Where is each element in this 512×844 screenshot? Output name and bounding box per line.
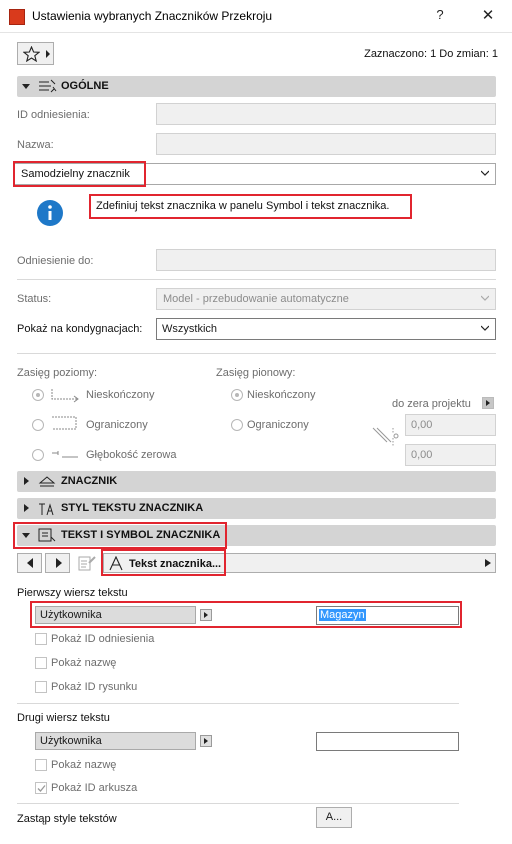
reference-to-label: Odniesienie do: [17, 255, 94, 267]
horizontal-option-label: Głębokość zerowa [86, 449, 177, 461]
window-title: Ustawienia wybranych Znaczników Przekroj… [32, 9, 273, 23]
chevron-down-icon [481, 170, 489, 176]
show-name-checkbox[interactable] [35, 657, 47, 669]
show-sheet-id-checkbox[interactable] [35, 782, 47, 794]
edit-page-icon [78, 556, 96, 571]
ref-id-label: ID odniesienia: [17, 109, 90, 121]
marker-text-button[interactable]: Tekst znacznika... [129, 558, 221, 570]
first-line-source-dropdown[interactable]: Użytkownika [35, 606, 196, 624]
show-ref-id-label: Pokaż ID odniesienia [51, 633, 155, 645]
show-on-stories-value: Wszystkich [162, 323, 217, 335]
vertical-range-icon [372, 427, 399, 446]
vertical-top-field: 0,00 [405, 414, 496, 436]
show-sheet-id-label: Pokaż ID arkusza [51, 782, 138, 794]
expand-icon [24, 477, 29, 485]
section-label: STYL TEKSTU ZNACZNIKA [61, 502, 204, 514]
chevron-right-icon [46, 50, 50, 58]
status-label: Status: [17, 293, 52, 305]
vertical-bottom-value: 0,00 [411, 449, 433, 461]
chevron-right-icon [485, 559, 491, 567]
status-dropdown: Model - przebudowanie automatyczne [156, 288, 496, 310]
first-line-source-value: Użytkownika [40, 609, 102, 621]
previous-button[interactable] [17, 553, 42, 573]
favorites-button[interactable] [17, 42, 54, 65]
second-line-label: Drugi wiersz tekstu [17, 712, 110, 724]
expand-icon [22, 84, 30, 89]
app-icon [9, 9, 25, 25]
radio-horizontal-infinite[interactable] [32, 389, 44, 401]
divider [17, 803, 459, 804]
next-button[interactable] [45, 553, 70, 573]
show-name-label: Pokaż nazwę [51, 657, 117, 669]
general-settings-icon [39, 79, 57, 93]
second-line-source-value: Użytkownika [40, 735, 102, 747]
second-line-source-button[interactable] [200, 735, 212, 747]
first-line-input[interactable]: Magazyn [316, 606, 459, 625]
ref-id-field[interactable] [156, 103, 496, 125]
show-name-2-checkbox[interactable] [35, 759, 47, 771]
selection-count: Zaznaczono: 1 Do zmian: 1 [364, 48, 498, 60]
chevron-down-icon [481, 325, 489, 331]
override-styles-button[interactable]: A... [316, 807, 352, 828]
show-drawing-id-checkbox[interactable] [35, 681, 47, 693]
info-message: Zdefiniuj tekst znacznika w panelu Symbo… [96, 200, 390, 212]
first-line-value: Magazyn [319, 609, 366, 621]
project-zero-label: do zera projektu [392, 398, 471, 410]
radio-horizontal-zero[interactable] [32, 449, 44, 461]
show-name-2-label: Pokaż nazwę [51, 759, 117, 771]
horizontal-option-label: Nieskończony [86, 389, 155, 401]
expand-icon [24, 504, 29, 512]
help-button[interactable]: ? [430, 7, 450, 25]
star-icon [23, 46, 40, 62]
section-label: OGÓLNE [61, 80, 109, 92]
name-label: Nazwa: [17, 139, 54, 151]
project-zero-button [482, 397, 494, 409]
status-value: Model - przebudowanie automatyczne [163, 293, 349, 305]
close-button[interactable]: ✕ [478, 6, 498, 26]
arrow-left-icon [27, 558, 33, 568]
section-marker[interactable]: ZNACZNIK [17, 471, 496, 492]
radio-horizontal-limited[interactable] [32, 419, 44, 431]
chevron-down-icon [481, 295, 489, 301]
vertical-bottom-field: 0,00 [405, 444, 496, 466]
divider [17, 353, 496, 354]
first-line-label: Pierwszy wiersz tekstu [17, 587, 128, 599]
divider [17, 703, 459, 704]
name-field[interactable] [156, 133, 496, 155]
radio-vertical-infinite[interactable] [231, 389, 243, 401]
section-text-symbol-highlight [13, 522, 227, 549]
vertical-top-value: 0,00 [411, 419, 433, 431]
limited-range-icon [52, 416, 77, 430]
checkmark-icon [37, 785, 46, 792]
zero-depth-icon [52, 451, 78, 458]
info-icon [37, 200, 63, 226]
second-line-source-dropdown[interactable]: Użytkownika [35, 732, 196, 750]
section-label: ZNACZNIK [61, 475, 118, 487]
vertical-range-label: Zasięg pionowy: [216, 367, 296, 379]
horizontal-range-label: Zasięg poziomy: [17, 367, 98, 379]
show-on-stories-dropdown[interactable]: Wszystkich [156, 318, 496, 340]
text-a-icon [109, 556, 123, 571]
second-line-input[interactable] [316, 732, 459, 751]
section-marker-text-style[interactable]: STYL TEKSTU ZNACZNIKA [17, 498, 496, 519]
horizontal-option-label: Ograniczony [86, 419, 148, 431]
divider [17, 279, 496, 280]
show-on-stories-label: Pokaż na kondygnacjach: [17, 323, 143, 335]
marker-icon [38, 476, 56, 487]
vertical-option-label: Ograniczony [247, 419, 309, 431]
infinite-range-icon [51, 389, 79, 403]
vertical-option-label: Nieskończony [247, 389, 316, 401]
show-drawing-id-label: Pokaż ID rysunku [51, 681, 138, 693]
radio-vertical-limited[interactable] [231, 419, 243, 431]
marker-type-value: Samodzielny znacznik [21, 168, 130, 180]
override-styles-label: Zastąp style tekstów [17, 813, 117, 825]
text-style-icon [39, 503, 54, 516]
show-ref-id-checkbox[interactable] [35, 633, 47, 645]
first-line-source-button[interactable] [200, 609, 212, 621]
reference-to-field[interactable] [156, 249, 496, 271]
section-general[interactable]: OGÓLNE [17, 76, 496, 97]
arrow-right-icon [56, 558, 62, 568]
